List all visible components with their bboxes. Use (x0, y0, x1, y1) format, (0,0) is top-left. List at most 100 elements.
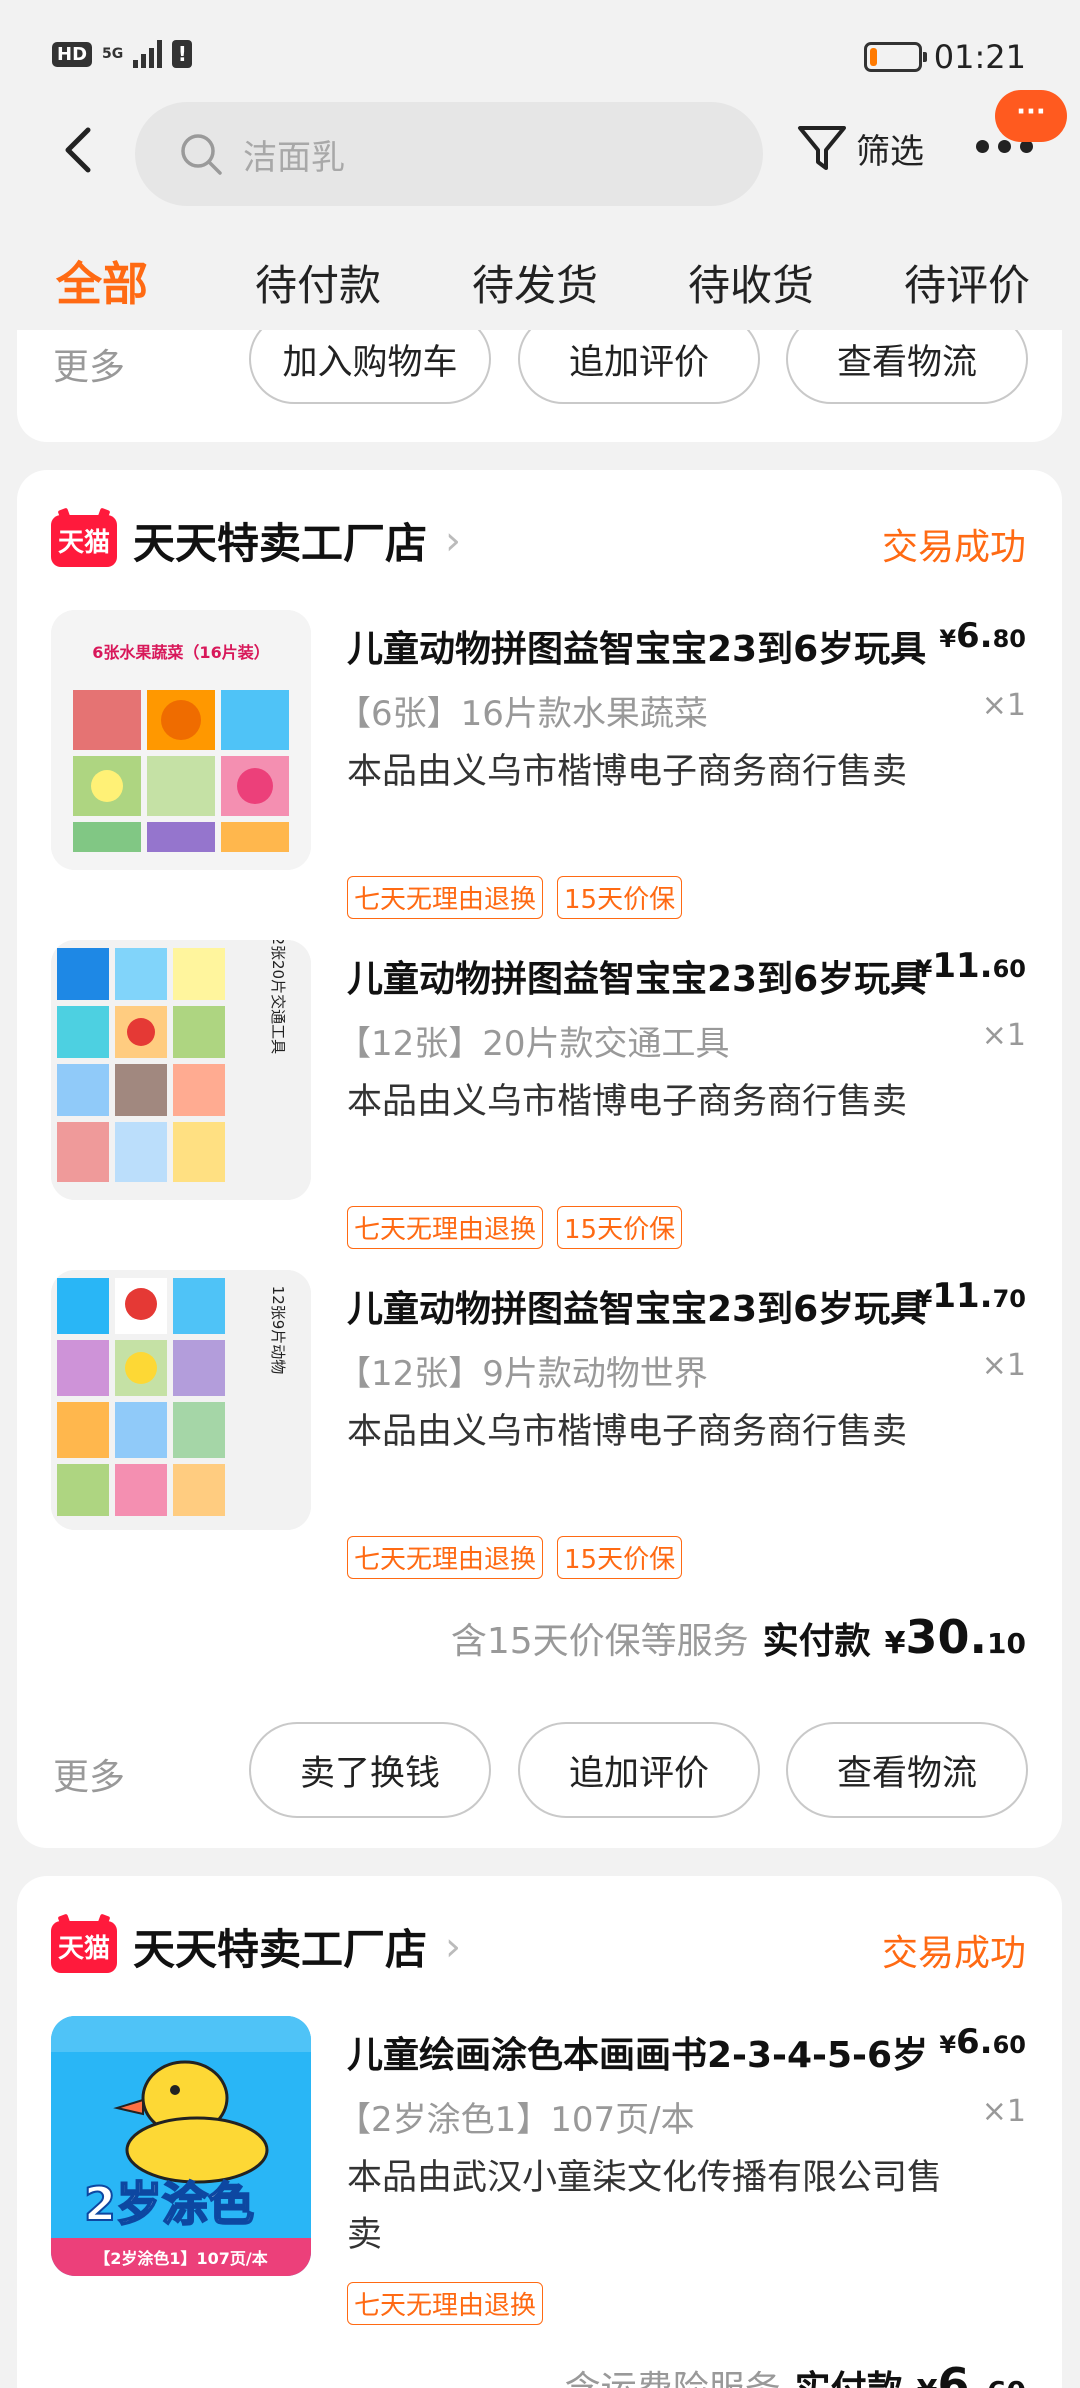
tab-pending-receipt[interactable]: 待收货 (688, 252, 814, 313)
product-thumbnail: 6张水果蔬菜（16片装） (51, 610, 311, 870)
item-price: ¥11.60 (915, 946, 1026, 986)
item-sku: 【12张】9片款动物世界 (337, 1354, 708, 1394)
shop-header[interactable]: 天猫 天天特卖工厂店 › (51, 510, 461, 571)
resell-button[interactable]: 卖了换钱 (249, 1722, 491, 1818)
service-tag: 七天无理由退换 (347, 876, 544, 919)
service-tags: 七天无理由退换 15天价保 (347, 876, 683, 919)
tmall-logo: 天猫 (51, 1920, 117, 1973)
service-tag: 15天价保 (557, 1206, 683, 1249)
item-quantity: ×1 (981, 2094, 1026, 2129)
order-item[interactable]: 12张20片交通工具 儿童动物拼图益智宝宝23到6岁玩具 【12张】20片款交通… (17, 940, 1062, 1260)
service-tags: 七天无理由退换 15天价保 (347, 1206, 683, 1249)
product-thumbnail: 2岁涂色 【2岁涂色1】107页/本 (51, 2016, 311, 2276)
tab-pending-payment[interactable]: 待付款 (255, 252, 381, 313)
item-quantity: ×1 (981, 1348, 1026, 1383)
thumb-caption: 12张9片动物 (269, 1286, 287, 1375)
order-card: 天猫 天天特卖工厂店 › 交易成功 6张水果蔬菜（16片装） 儿童动物拼图益智宝… (17, 470, 1062, 1848)
order-tabs: 全部 待付款 待发货 待收货 待评价 (0, 238, 1080, 330)
service-tag: 15天价保 (557, 876, 683, 919)
order-card-partial: 更多 加入购物车 追加评价 查看物流 (17, 330, 1062, 442)
chevron-left-icon (65, 127, 91, 173)
filter-label: 筛选 (856, 131, 924, 172)
item-sku: 【6张】16片款水果蔬菜 (337, 694, 708, 734)
total-note: 含运费险服务 (565, 2360, 781, 2388)
search-input[interactable]: 洁面乳 (135, 102, 763, 206)
service-tags: 七天无理由退换 (347, 2282, 544, 2325)
product-thumbnail: 12张9片动物 (51, 1270, 311, 1530)
item-title: 儿童动物拼图益智宝宝23到6岁玩具 (347, 629, 927, 670)
filter-icon (798, 126, 846, 170)
item-sku: 【12张】20片款交通工具 (337, 1024, 730, 1064)
view-logistics-button[interactable]: 查看物流 (786, 330, 1028, 404)
item-seller: 本品由义乌市楷博电子商务商行售卖 (347, 752, 908, 792)
message-badge[interactable]: ··· (995, 90, 1067, 142)
thumb-caption: 6张水果蔬菜（16片装） (92, 643, 269, 662)
chevron-right-icon: › (445, 517, 462, 564)
service-tag: 七天无理由退换 (347, 1536, 544, 1579)
thumb-footer: 【2岁涂色1】107页/本 (94, 2249, 268, 2268)
service-tag: 七天无理由退换 (347, 2282, 544, 2325)
shop-name: 天天特卖工厂店 (133, 519, 428, 568)
hd-badge: HD (52, 41, 93, 67)
item-sku: 【2岁涂色1】107页/本 (337, 2100, 695, 2140)
item-price: ¥6.60 (939, 2022, 1026, 2062)
dot-icon (998, 140, 1011, 153)
total-price: ¥30.10 (884, 1610, 1026, 1664)
total-note: 含15天价保等服务 (450, 1621, 749, 1662)
order-item[interactable]: 6张水果蔬菜（16片装） 儿童动物拼图益智宝宝23到6岁玩具 【6张】16片款水… (17, 610, 1062, 930)
sim-alert-icon: ! (172, 40, 193, 68)
tab-pending-review[interactable]: 待评价 (904, 252, 1030, 313)
status-bar: HD 5G ! 01:21 (0, 0, 1080, 110)
item-seller: 本品由武汉小童柒文化传播有限公司售卖 (347, 2158, 943, 2255)
service-tag: 七天无理由退换 (347, 1206, 544, 1249)
battery-level (869, 48, 877, 66)
item-quantity: ×1 (981, 1018, 1026, 1053)
dot-icon (976, 140, 989, 153)
more-link[interactable]: 更多 (53, 1748, 125, 1800)
shop-name: 天天特卖工厂店 (133, 1925, 428, 1974)
order-item[interactable]: 12张9片动物 儿童动物拼图益智宝宝23到6岁玩具 【12张】9片款动物世界 本… (17, 1270, 1062, 1590)
add-to-cart-button[interactable]: 加入购物车 (249, 330, 491, 404)
back-button[interactable] (48, 120, 108, 180)
item-title: 儿童绘画涂色本画画书2-3-4-5-6岁 (347, 2035, 929, 2076)
add-review-button[interactable]: 追加评价 (518, 330, 760, 404)
tmall-logo: 天猫 (51, 514, 117, 567)
item-quantity: ×1 (981, 688, 1026, 723)
service-tag: 15天价保 (557, 1536, 683, 1579)
battery-icon (863, 42, 927, 72)
status-left: HD 5G ! (52, 40, 193, 68)
status-right: 01:21 (863, 38, 1026, 76)
thumb-caption: 2岁涂色 (84, 2177, 254, 2231)
clock: 01:21 (933, 38, 1026, 76)
item-title: 儿童动物拼图益智宝宝23到6岁玩具 (347, 1289, 927, 1330)
tab-pending-shipment[interactable]: 待发货 (472, 252, 598, 313)
product-thumbnail: 12张20片交通工具 (51, 940, 311, 1200)
order-total: 含15天价保等服务 实付款 ¥30.10 (451, 1610, 1026, 1664)
item-seller: 本品由义乌市楷博电子商务商行售卖 (347, 1082, 908, 1122)
search-icon (181, 134, 222, 175)
filter-button[interactable]: 筛选 (796, 122, 924, 174)
item-price: ¥11.70 (915, 1276, 1026, 1316)
total-label: 实付款 (795, 2360, 903, 2388)
more-link[interactable]: 更多 (53, 338, 125, 390)
item-title: 儿童动物拼图益智宝宝23到6岁玩具 (347, 959, 927, 1000)
view-logistics-button[interactable]: 查看物流 (786, 1722, 1028, 1818)
shop-header[interactable]: 天猫 天天特卖工厂店 › (51, 1916, 461, 1977)
item-price: ¥6.80 (939, 616, 1026, 656)
search-header: 洁面乳 筛选 ··· (0, 90, 1080, 210)
service-tags: 七天无理由退换 15天价保 (347, 1536, 683, 1579)
order-card: 天猫 天天特卖工厂店 › 交易成功 2岁涂色 【2岁涂色1】107页/本 儿童绘… (17, 1876, 1062, 2388)
order-total: 含运费险服务 实付款 ¥6.60 (565, 2358, 1026, 2388)
network-type: 5G (102, 46, 124, 62)
search-placeholder: 洁面乳 (243, 137, 345, 178)
order-status: 交易成功 (881, 1933, 1026, 1974)
order-status: 交易成功 (881, 527, 1026, 568)
chevron-right-icon: › (445, 1923, 462, 1970)
tab-all[interactable]: 全部 (56, 248, 148, 314)
total-price: ¥6.60 (917, 2358, 1026, 2388)
thumb-caption: 12张20片交通工具 (269, 940, 287, 1054)
item-seller: 本品由义乌市楷博电子商务商行售卖 (347, 1412, 908, 1452)
signal-icon (133, 40, 163, 68)
order-item[interactable]: 2岁涂色 【2岁涂色1】107页/本 儿童绘画涂色本画画书2-3-4-5-6岁 … (17, 2016, 1062, 2336)
add-review-button[interactable]: 追加评价 (518, 1722, 760, 1818)
